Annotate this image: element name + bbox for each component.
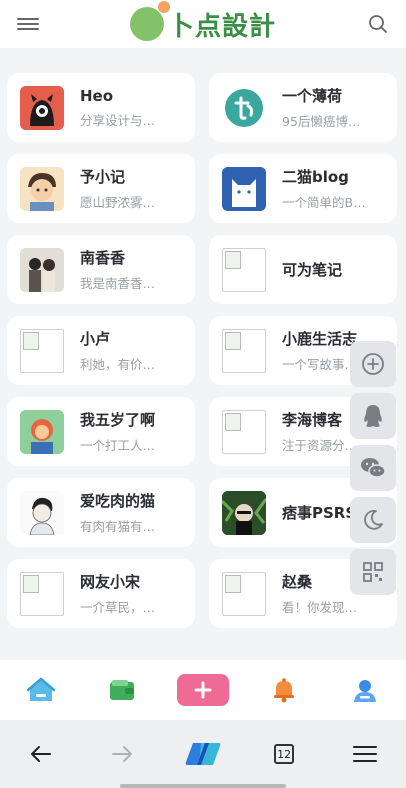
- card-desc: 一介草民，…: [80, 600, 156, 615]
- couple-photo-icon: [20, 247, 64, 292]
- wechat-icon: [361, 458, 386, 478]
- logo-mark: [129, 1, 170, 41]
- dog-plants-icon: [222, 490, 266, 535]
- card-title: Heo: [80, 86, 114, 105]
- forward-button[interactable]: [98, 730, 146, 778]
- card-desc: 愿山野浓雾…: [80, 195, 156, 210]
- browser-menu-button[interactable]: [341, 730, 389, 778]
- hamburger-icon: [17, 15, 39, 33]
- sketch-boy-icon: [20, 490, 64, 535]
- back-button[interactable]: [17, 730, 65, 778]
- broken-image-icon: [222, 409, 266, 454]
- card-title: 予小记: [80, 168, 126, 186]
- search-button[interactable]: [356, 2, 400, 46]
- avatar: [20, 490, 64, 535]
- friend-card[interactable]: 南香香 我是南香香…: [7, 235, 195, 304]
- logo-text: 卜点設計: [167, 11, 276, 42]
- friend-card[interactable]: 小卢 利她，有价…: [7, 316, 195, 385]
- hamburger-icon: [353, 746, 378, 762]
- card-desc: 利她，有价…: [80, 357, 156, 372]
- friend-card[interactable]: 予小记 愿山野浓雾…: [7, 154, 195, 223]
- broken-image-icon: [20, 571, 64, 616]
- bottom-navigation: [0, 660, 406, 720]
- card-title: 网友小宋: [80, 573, 141, 591]
- friend-links-grid: Heo 分享设计与… 一个薄荷 95后懒癌博… 予小记 愿山野浓雾… 二猫blo…: [7, 73, 399, 628]
- cartoon-boy-icon: [20, 166, 64, 211]
- wallet-icon: [109, 680, 134, 700]
- add-icon: [194, 681, 212, 699]
- avatar: [20, 85, 64, 130]
- friend-card[interactable]: 二猫blog 一个简单的B…: [209, 154, 397, 223]
- nav-profile[interactable]: [335, 668, 395, 712]
- monster-avatar-icon: [20, 85, 64, 130]
- broken-image-icon: [222, 328, 266, 373]
- copilot-icon: [185, 743, 221, 765]
- card-title: 小卢: [80, 330, 111, 348]
- card-title: 可为笔记: [282, 261, 343, 279]
- tabs-button[interactable]: 12: [260, 730, 308, 778]
- friend-card[interactable]: 一个薄荷 95后懒癌博…: [209, 73, 397, 142]
- friend-card[interactable]: 可为笔记: [209, 235, 397, 304]
- nav-wallet[interactable]: [92, 668, 152, 712]
- avatar: [20, 247, 64, 292]
- broken-image-icon: [222, 571, 266, 616]
- dark-mode-button[interactable]: [350, 497, 396, 543]
- card-title: 二猫blog: [282, 168, 349, 186]
- nav-add[interactable]: [173, 668, 233, 712]
- card-title: 爱吃肉的猫: [80, 492, 156, 510]
- card-desc: 我是南香香…: [80, 276, 156, 291]
- colorful-kid-icon: [20, 409, 64, 454]
- add-button[interactable]: [350, 341, 396, 387]
- friend-card[interactable]: 网友小宋 一介草民，…: [7, 559, 195, 628]
- side-toolbar: [350, 341, 396, 601]
- card-title: 我五岁了啊: [80, 411, 156, 429]
- copilot-button[interactable]: [179, 730, 227, 778]
- qr-code-button[interactable]: [350, 549, 396, 595]
- avatar: [222, 85, 266, 130]
- wechat-button[interactable]: [350, 445, 396, 491]
- card-desc: 一个简单的B…: [282, 195, 366, 210]
- card-title: 一个薄荷: [282, 87, 343, 105]
- qq-icon: [364, 405, 382, 427]
- avatar: [20, 166, 64, 211]
- card-desc: 分享设计与…: [80, 112, 156, 128]
- browser-toolbar: 12: [0, 720, 406, 788]
- home-indicator: [120, 784, 286, 788]
- top-header: 卜点設計: [0, 0, 406, 48]
- bell-icon: [274, 678, 295, 703]
- plus-circle-icon: [362, 353, 384, 375]
- arrow-right-icon: [111, 746, 132, 762]
- search-icon: [369, 15, 387, 33]
- avatar: [222, 490, 266, 535]
- tab-count-badge: 12: [274, 744, 295, 764]
- qr-code-icon: [363, 562, 383, 582]
- mint-logo-icon: [225, 88, 263, 127]
- blue-cat-icon: [222, 166, 266, 211]
- arrow-left-icon: [30, 746, 51, 762]
- card-title: 南香香: [80, 249, 126, 267]
- friend-card[interactable]: 爱吃肉的猫 有肉有猫有…: [7, 478, 195, 547]
- nav-home[interactable]: [11, 668, 71, 712]
- avatar: [222, 166, 266, 211]
- card-desc: 一个打工人…: [80, 438, 156, 453]
- card-desc: 有肉有猫有…: [80, 519, 156, 534]
- broken-image-icon: [222, 247, 266, 292]
- card-desc: 95后懒癌博…: [282, 114, 361, 129]
- broken-image-icon: [20, 328, 64, 373]
- add-post-button[interactable]: [176, 674, 229, 706]
- friend-card[interactable]: Heo 分享设计与…: [7, 73, 195, 142]
- menu-button[interactable]: [6, 2, 50, 46]
- home-icon: [26, 677, 55, 701]
- moon-icon: [364, 509, 383, 530]
- card-title: 痞事PSRS: [282, 504, 357, 522]
- nav-notifications[interactable]: [254, 668, 314, 712]
- user-icon: [354, 680, 377, 702]
- qq-button[interactable]: [350, 393, 396, 439]
- site-logo[interactable]: 卜点設計: [129, 1, 276, 43]
- friend-card[interactable]: 我五岁了啊 一个打工人…: [7, 397, 195, 466]
- avatar: [20, 409, 64, 454]
